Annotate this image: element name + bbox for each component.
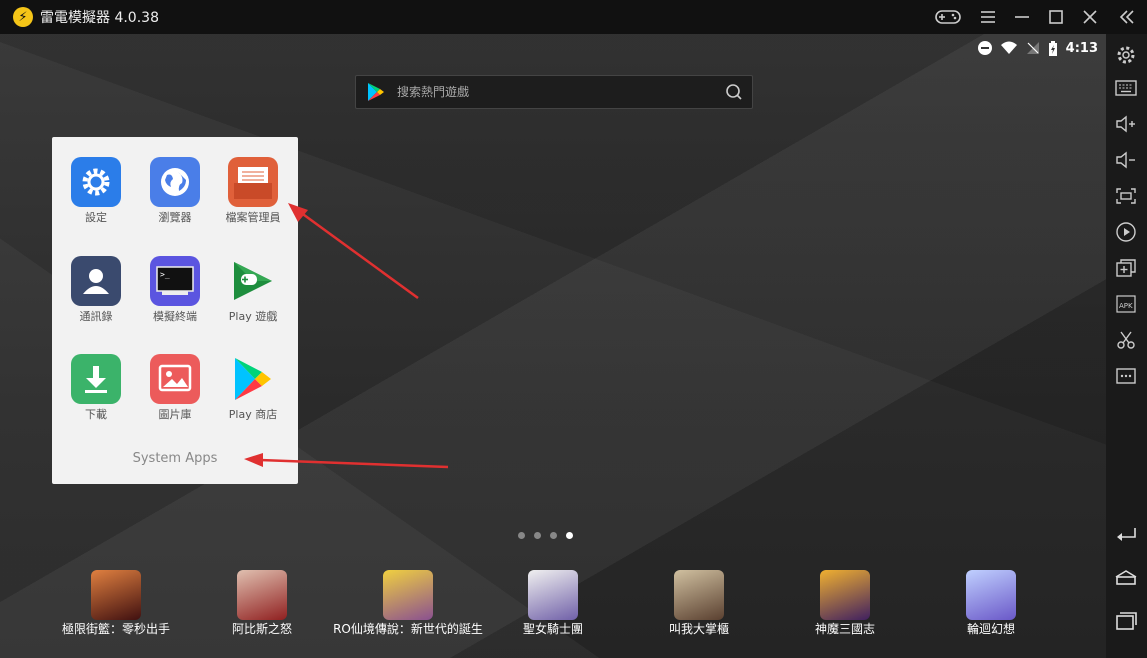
window-title: 雷電模擬器 4.0.38 — [40, 10, 159, 26]
game-icon — [674, 570, 724, 620]
collapse-icon[interactable] — [1107, 0, 1147, 34]
app-contacts[interactable]: 通訊錄 — [57, 256, 135, 324]
folder-icon — [228, 157, 278, 207]
play-games-icon — [228, 256, 278, 306]
app-gallery[interactable]: 圖片庫 — [136, 354, 214, 422]
app-logo-icon: ⚡ — [13, 7, 33, 27]
dnd-icon — [977, 41, 992, 55]
volume-up-icon[interactable] — [1114, 112, 1138, 136]
app-play-store[interactable]: Play 商店 — [214, 354, 292, 422]
play-store-icon — [228, 354, 278, 404]
settings-gear-icon[interactable] — [1114, 43, 1138, 67]
app-browser[interactable]: 瀏覽器 — [136, 157, 214, 225]
app-label: 瀏覽器 — [158, 211, 192, 224]
app-label: 叫我大掌櫃 — [668, 622, 729, 636]
page-indicator — [518, 532, 573, 539]
system-apps-folder: 設定 瀏覽器 檔案管理員 通訊錄 >_ 模擬終端 Play 遊戲 下載 圖片庫 … — [52, 137, 298, 484]
dock-app-4[interactable]: 聖女騎士團 — [478, 570, 628, 637]
close-icon[interactable] — [1073, 0, 1107, 34]
download-icon — [71, 354, 121, 404]
maximize-icon[interactable] — [1039, 0, 1073, 34]
emulator-toolbar: APK — [1106, 34, 1147, 658]
app-label: 極限街籃：零秒出手 — [61, 622, 170, 636]
page-dot[interactable] — [518, 532, 525, 539]
android-home-screen[interactable]: 4:13 設定 瀏覽器 檔案管理員 — [0, 34, 1106, 658]
home-icon[interactable] — [1114, 565, 1138, 589]
menu-icon[interactable] — [971, 0, 1005, 34]
dock-app-6[interactable]: 神魔三國志 — [770, 570, 920, 637]
app-label: 檔案管理員 — [225, 211, 281, 224]
dock-app-3[interactable]: RO仙境傳說：新世代的誕生 — [333, 570, 483, 637]
app-label: 模擬終端 — [153, 310, 197, 323]
app-label: 聖女騎士團 — [522, 622, 583, 636]
app-label: 阿比斯之怒 — [231, 622, 292, 636]
app-label: 神魔三國志 — [814, 622, 875, 636]
battery-icon — [1048, 40, 1057, 56]
gamepad-icon[interactable] — [931, 0, 965, 34]
page-dot[interactable] — [550, 532, 557, 539]
wifi-icon — [1000, 41, 1017, 54]
multi-instance-icon[interactable] — [1114, 256, 1138, 280]
app-settings[interactable]: 設定 — [57, 157, 135, 225]
page-dot[interactable] — [534, 532, 541, 539]
globe-icon — [150, 157, 200, 207]
terminal-icon: >_ — [150, 256, 200, 306]
more-options-icon[interactable] — [1114, 364, 1138, 388]
recent-apps-icon[interactable] — [1114, 609, 1138, 633]
search-icon[interactable] — [725, 83, 743, 101]
folder-name[interactable]: System Apps — [52, 451, 298, 466]
apk-install-icon[interactable]: APK — [1114, 292, 1138, 316]
app-downloads[interactable]: 下載 — [57, 354, 135, 422]
game-icon — [383, 570, 433, 620]
dock-app-1[interactable]: 極限街籃：零秒出手 — [41, 570, 191, 637]
app-label: 設定 — [85, 211, 107, 224]
game-icon — [237, 570, 287, 620]
status-bar: 4:13 — [977, 38, 1098, 58]
app-label: Play 遊戲 — [228, 310, 278, 323]
google-play-logo-icon — [368, 83, 384, 101]
search-bar[interactable] — [355, 75, 753, 109]
app-label: 圖片庫 — [158, 408, 192, 421]
svg-text:>_: >_ — [160, 270, 170, 279]
title-bar: ⚡ 雷電模擬器 4.0.38 — [0, 0, 1147, 34]
volume-down-icon[interactable] — [1114, 148, 1138, 172]
gallery-image-icon — [150, 354, 200, 404]
app-file-manager[interactable]: 檔案管理員 — [214, 157, 292, 225]
app-label: 通訊錄 — [79, 310, 113, 323]
search-input[interactable] — [395, 84, 725, 100]
dock-app-2[interactable]: 阿比斯之怒 — [187, 570, 337, 637]
dock-app-7[interactable]: 輪迴幻想 — [916, 570, 1066, 637]
contacts-person-icon — [71, 256, 121, 306]
app-label: RO仙境傳說：新世代的誕生 — [333, 622, 483, 636]
minimize-icon[interactable] — [1005, 0, 1039, 34]
back-icon[interactable] — [1114, 521, 1138, 545]
svg-text:APK: APK — [1119, 302, 1133, 310]
app-label: 輪迴幻想 — [966, 622, 1015, 636]
fullscreen-icon[interactable] — [1114, 184, 1138, 208]
page-dot-active[interactable] — [566, 532, 573, 539]
record-play-icon[interactable] — [1114, 220, 1138, 244]
game-icon — [966, 570, 1016, 620]
app-terminal[interactable]: >_ 模擬終端 — [136, 256, 214, 324]
keyboard-icon[interactable] — [1114, 76, 1138, 100]
dock-app-5[interactable]: 叫我大掌櫃 — [624, 570, 774, 637]
scissors-icon[interactable] — [1114, 328, 1138, 352]
app-label: Play 商店 — [228, 408, 278, 421]
signal-icon — [1026, 42, 1039, 54]
game-icon — [91, 570, 141, 620]
game-icon — [820, 570, 870, 620]
settings-gear-icon — [71, 157, 121, 207]
game-icon — [528, 570, 578, 620]
clock: 4:13 — [1065, 40, 1098, 56]
app-play-games[interactable]: Play 遊戲 — [214, 256, 292, 324]
app-label: 下載 — [85, 408, 107, 421]
